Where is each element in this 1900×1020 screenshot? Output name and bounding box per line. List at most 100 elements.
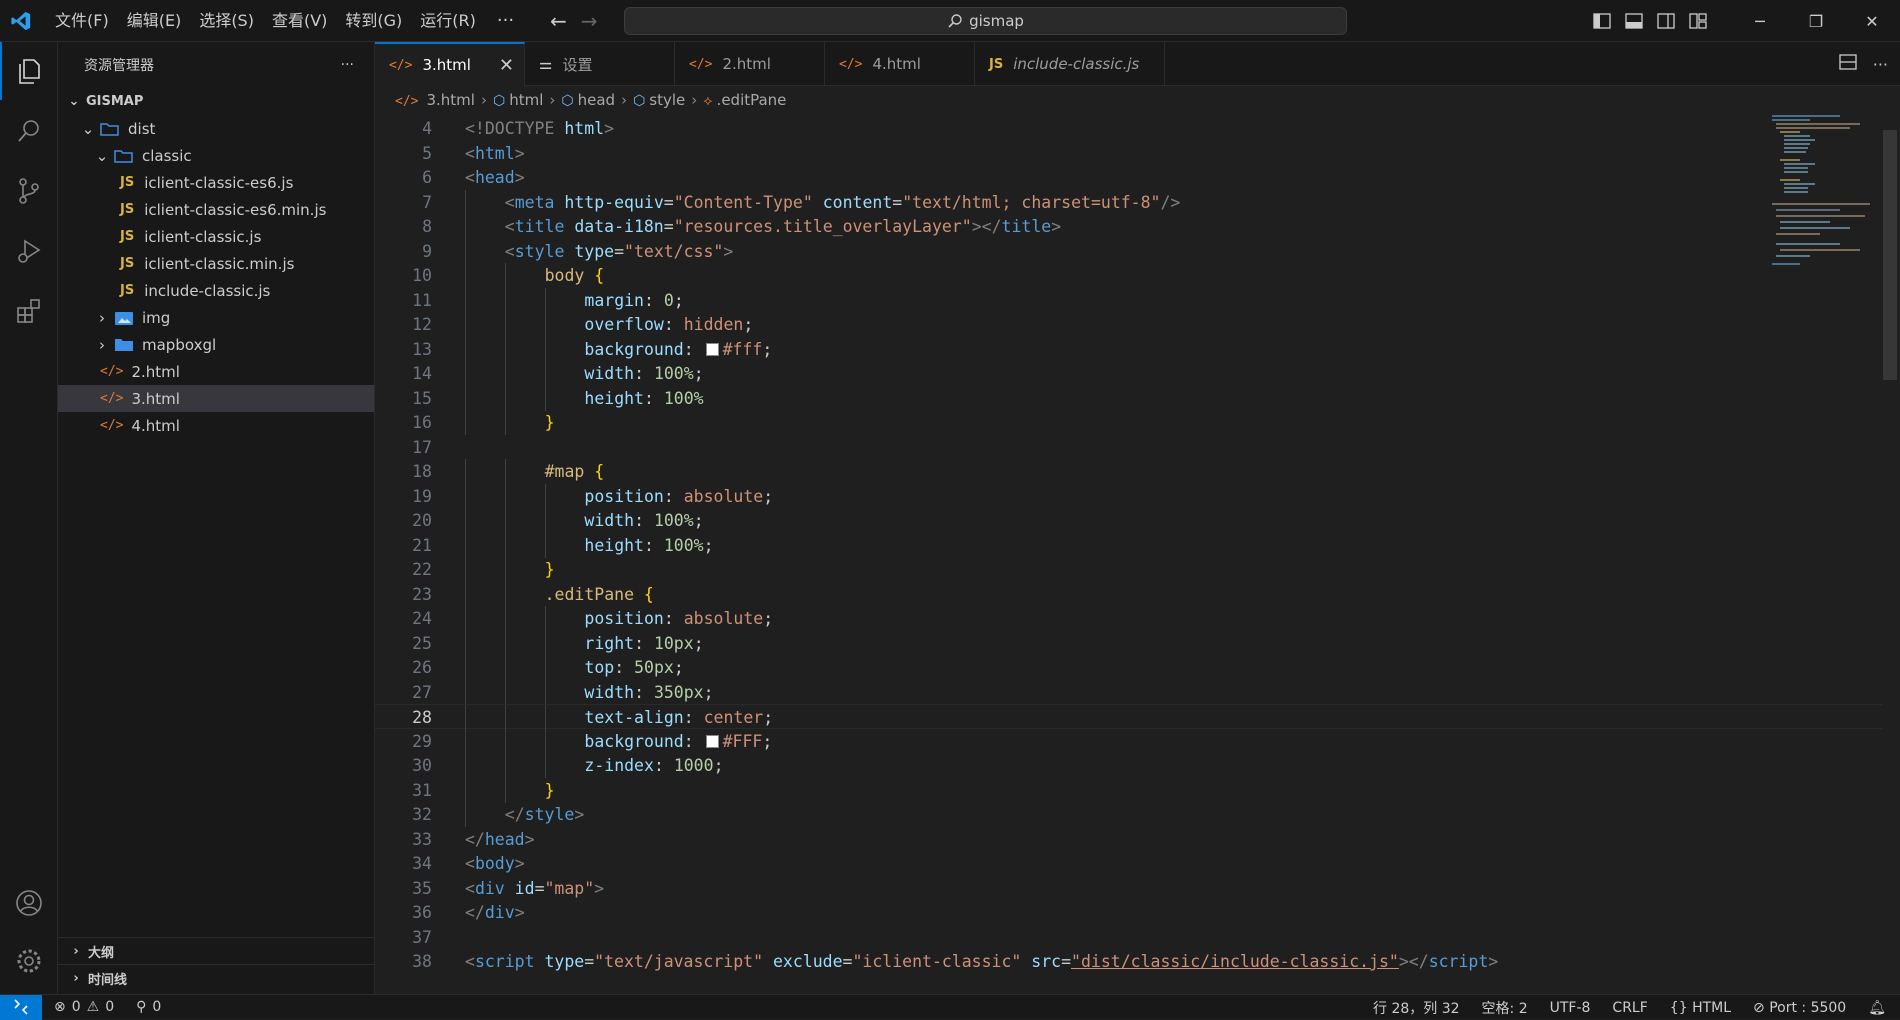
explorer-icon[interactable] xyxy=(0,42,58,100)
tree-item[interactable]: </> 4.html xyxy=(58,412,374,439)
code-token: = xyxy=(842,952,853,971)
indent-guide xyxy=(504,679,506,705)
code-token: "text/css" xyxy=(624,241,724,261)
code-token: ; xyxy=(693,511,704,530)
editor-more-icon[interactable]: ··· xyxy=(1873,55,1888,74)
code-text: background: #fff; xyxy=(584,337,772,362)
tree-item[interactable]: ⌄ classic xyxy=(58,142,374,169)
toggle-panel-icon[interactable] xyxy=(1618,0,1650,42)
menu-item[interactable]: 编辑(E) xyxy=(118,0,191,42)
menu-item[interactable]: 文件(F) xyxy=(46,0,118,42)
tab-file[interactable]: </> 3.html ✕ xyxy=(375,42,525,86)
indent-guide xyxy=(544,679,546,705)
menu-item[interactable]: 选择(S) xyxy=(190,0,263,42)
breadcrumb-item[interactable]: ⟡ .editPane xyxy=(703,91,786,109)
color-swatch[interactable] xyxy=(705,734,719,748)
breadcrumb-item[interactable]: ⬡ html xyxy=(493,91,543,109)
breadcrumb-item[interactable]: </> 3.html xyxy=(395,91,475,109)
code-line: 22} xyxy=(375,557,1882,582)
restore-window-icon[interactable]: ❐ xyxy=(1788,0,1844,42)
menu-more-button[interactable]: ··· xyxy=(485,10,526,31)
code-text: } xyxy=(545,410,555,435)
code-token: ; xyxy=(763,708,774,727)
cursor-position[interactable]: 行 28，列 32 xyxy=(1373,998,1460,1018)
code-token: #FFF xyxy=(722,731,763,751)
code-token: 100% xyxy=(663,388,704,408)
back-arrow-icon[interactable]: ← xyxy=(550,9,567,33)
code-token: head xyxy=(484,829,525,849)
code-editor[interactable]: 4 <!DOCTYPE html> 5 <html> 6 <head> 7 <meta htt… xyxy=(375,114,1882,994)
element-icon: ⬡ xyxy=(561,93,574,109)
search-icon[interactable] xyxy=(0,102,58,160)
explorer-title: 资源管理器 xyxy=(84,58,154,74)
code-token: title xyxy=(514,217,565,236)
manage-gear-icon[interactable] xyxy=(0,932,58,990)
code-line: 35 <div id="map"> xyxy=(375,876,1882,901)
command-center-search[interactable]: gismap xyxy=(624,7,1347,35)
tree-item[interactable]: </> 2.html xyxy=(58,358,374,385)
breadcrumb-item[interactable]: ⬡ style xyxy=(633,91,685,109)
timeline-section[interactable]: › 时间线 xyxy=(58,964,374,991)
language-mode[interactable]: {} HTML xyxy=(1670,1000,1731,1016)
tree-item[interactable]: JS iclient-classic-es6.min.js xyxy=(58,196,374,223)
tab-file[interactable]: </> 4.html xyxy=(825,42,975,86)
vertical-scrollbar[interactable] xyxy=(1883,130,1897,380)
toggle-secondary-sidebar-icon[interactable] xyxy=(1650,0,1682,42)
tree-item[interactable]: JS iclient-classic.min.js xyxy=(58,250,374,277)
menu-item[interactable]: 查看(V) xyxy=(263,0,336,42)
encoding[interactable]: UTF-8 xyxy=(1550,1000,1591,1016)
menu-item[interactable]: 运行(R) xyxy=(411,0,485,42)
line-ending[interactable]: CRLF xyxy=(1612,1000,1647,1016)
problems-indicator[interactable]: ⊗ 0 ⚠ 0 xyxy=(54,999,114,1015)
tree-item[interactable]: JS include-classic.js xyxy=(58,277,374,304)
live-server-port[interactable]: ⊘ Port : 5500 xyxy=(1753,1000,1846,1016)
indent-guide xyxy=(465,263,466,288)
code-line: 31} xyxy=(375,777,1882,803)
tab-file[interactable]: JS include-classic.js xyxy=(975,42,1165,86)
close-window-icon[interactable]: ✕ xyxy=(1844,0,1900,42)
tree-item[interactable]: › mapboxgl xyxy=(58,331,374,358)
split-editor-icon[interactable] xyxy=(1839,54,1857,74)
ports-count: 0 xyxy=(152,999,162,1015)
notifications-bell-icon[interactable]: 🔔︎ xyxy=(1868,1000,1886,1016)
code-text: <html> xyxy=(465,141,525,166)
toggle-primary-sidebar-icon[interactable] xyxy=(1586,0,1618,42)
tab-settings[interactable]: ⚌ 设置 xyxy=(525,42,675,86)
explorer-more-button[interactable]: ··· xyxy=(341,57,354,73)
vscode-logo-icon xyxy=(0,0,42,42)
tree-item[interactable]: JS iclient-classic-es6.js xyxy=(58,169,374,196)
indentation[interactable]: 空格: 2 xyxy=(1482,998,1528,1018)
accounts-icon[interactable] xyxy=(0,874,58,932)
ports-indicator[interactable]: ⚲ 0 xyxy=(136,999,161,1015)
minimap[interactable] xyxy=(1770,114,1880,994)
tree-item-label: include-classic.js xyxy=(144,281,271,300)
indent-guide xyxy=(544,655,546,680)
run-debug-icon[interactable] xyxy=(0,222,58,280)
tree-item[interactable]: JS iclient-classic.js xyxy=(58,223,374,250)
workspace-root[interactable]: ⌄ GISMAP xyxy=(58,88,374,115)
chevron-right-icon: › xyxy=(99,308,105,327)
tree-item[interactable]: › img xyxy=(58,304,374,331)
customize-layout-icon[interactable] xyxy=(1682,0,1714,42)
tree-item[interactable]: ⌄ dist xyxy=(58,115,374,142)
extensions-icon[interactable] xyxy=(0,282,58,340)
source-control-icon[interactable] xyxy=(0,162,58,220)
code-token: width xyxy=(584,682,635,702)
code-line: 37 xyxy=(375,925,1882,950)
tab-file[interactable]: </> 2.html xyxy=(675,42,825,86)
warning-icon: ⚠ xyxy=(86,999,100,1015)
close-tab-icon[interactable]: ✕ xyxy=(499,55,514,76)
code-token: : xyxy=(644,290,664,310)
code-token: : xyxy=(634,364,654,383)
minimize-window-icon[interactable]: ─ xyxy=(1732,0,1788,42)
outline-section[interactable]: › 大纲 xyxy=(58,937,374,964)
port-label: Port : 5500 xyxy=(1769,999,1847,1016)
forward-arrow-icon[interactable]: → xyxy=(581,9,598,33)
code-token: <!DOCTYPE xyxy=(465,119,565,138)
tree-item[interactable]: </> 3.html xyxy=(58,385,374,412)
breadcrumb-item[interactable]: ⬡ head xyxy=(561,91,615,109)
menu-item[interactable]: 转到(G) xyxy=(336,0,411,42)
remote-indicator-icon[interactable] xyxy=(0,994,42,1020)
code-token: { xyxy=(634,584,654,604)
color-swatch[interactable] xyxy=(705,342,719,356)
